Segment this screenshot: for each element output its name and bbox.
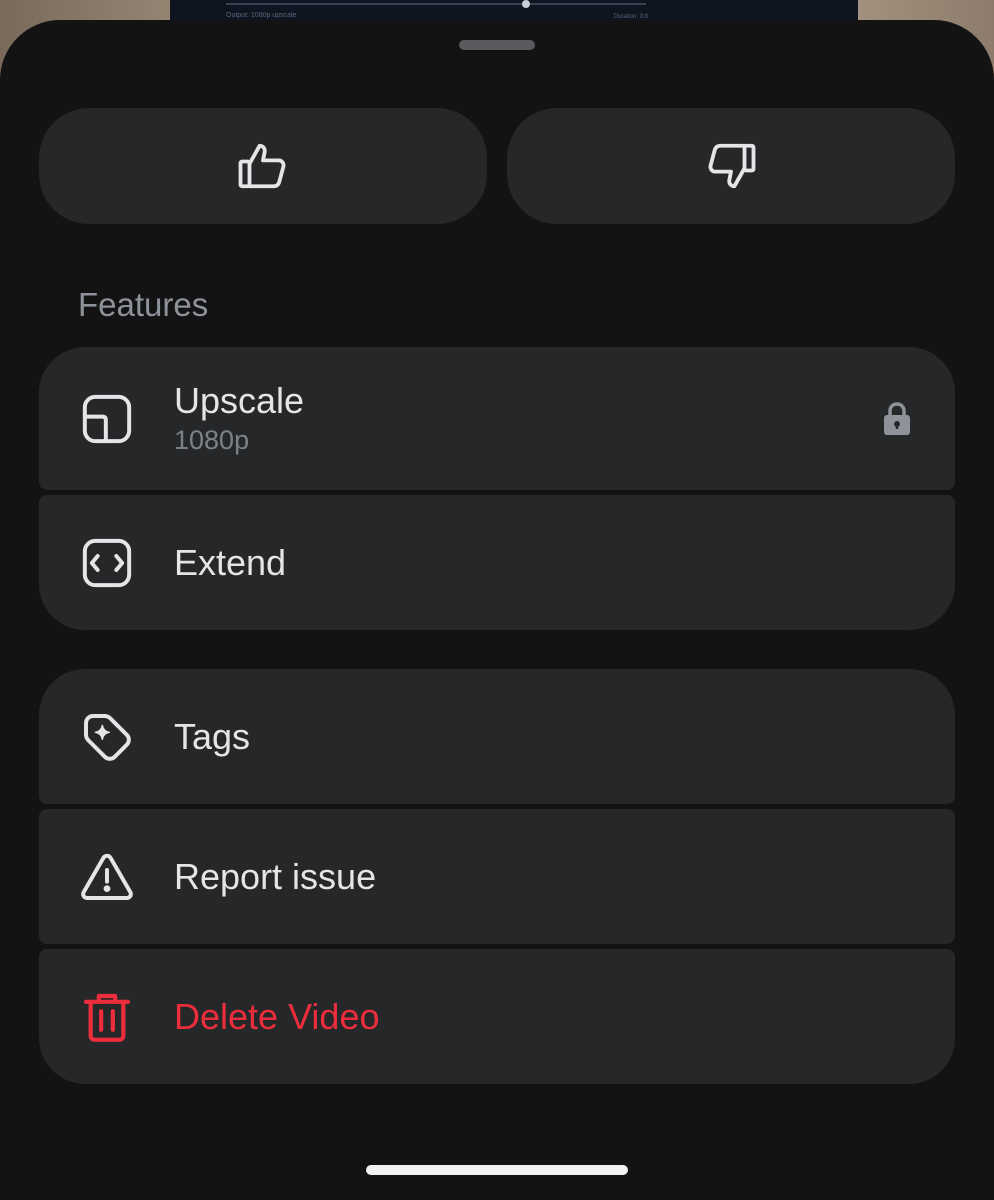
thumbs-down-button[interactable] [507,108,955,224]
features-section-label: Features [78,286,209,323]
tags-label: Tags [174,715,251,757]
upscale-resolution: 1080p [174,424,250,455]
drag-handle[interactable] [459,40,535,50]
delete-video-item[interactable]: Delete Video [39,949,955,1084]
background-progress-thumb [522,0,530,8]
background-output-text: Output: 1080p upscale [226,12,297,19]
upscale-item[interactable]: Upscale 1080p [39,347,955,490]
lock-icon [884,401,910,435]
extend-item[interactable]: Extend [39,495,955,630]
thumbs-up-button[interactable] [39,108,487,224]
home-indicator[interactable] [366,1165,628,1175]
extend-label: Extend [174,541,287,583]
trash-icon [79,989,135,1045]
tags-text: Tags [174,717,250,757]
bottom-sheet: Features Upscale 1080p Extend Tags Repor… [0,20,994,1200]
report-issue-item[interactable]: Report issue [39,809,955,944]
delete-video-text: Delete Video [174,997,380,1037]
background-progress-track [226,0,646,8]
delete-video-label: Delete Video [174,995,380,1037]
extend-icon [79,535,135,591]
upscale-text: Upscale 1080p [174,381,304,456]
report-issue-text: Report issue [174,857,376,897]
upscale-icon [79,391,135,447]
tags-item[interactable]: Tags [39,669,955,804]
upscale-label: Upscale [174,380,305,422]
tag-sparkle-icon [79,709,135,765]
report-issue-label: Report issue [174,855,377,897]
thumbs-down-icon [708,143,756,189]
warning-icon [79,849,135,905]
extend-text: Extend [174,543,286,583]
thumbs-up-icon [238,143,286,189]
